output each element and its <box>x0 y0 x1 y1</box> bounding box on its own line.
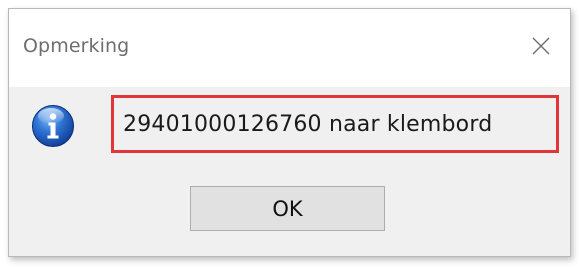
ok-button-label: OK <box>272 196 303 221</box>
info-icon <box>32 105 74 147</box>
message-text: 29401000126760 naar klembord <box>123 111 493 137</box>
title-bar: Opmerking <box>9 9 570 87</box>
dialog-title: Opmerking <box>23 35 130 57</box>
message-dialog: Opmerking 29401000126760 naar klembord O… <box>8 8 571 257</box>
close-button[interactable] <box>526 31 556 61</box>
close-icon <box>532 37 550 55</box>
message-highlight: 29401000126760 naar klembord <box>111 95 559 153</box>
ok-button[interactable]: OK <box>190 186 385 231</box>
dialog-body: 29401000126760 naar klembord OK <box>9 87 570 256</box>
